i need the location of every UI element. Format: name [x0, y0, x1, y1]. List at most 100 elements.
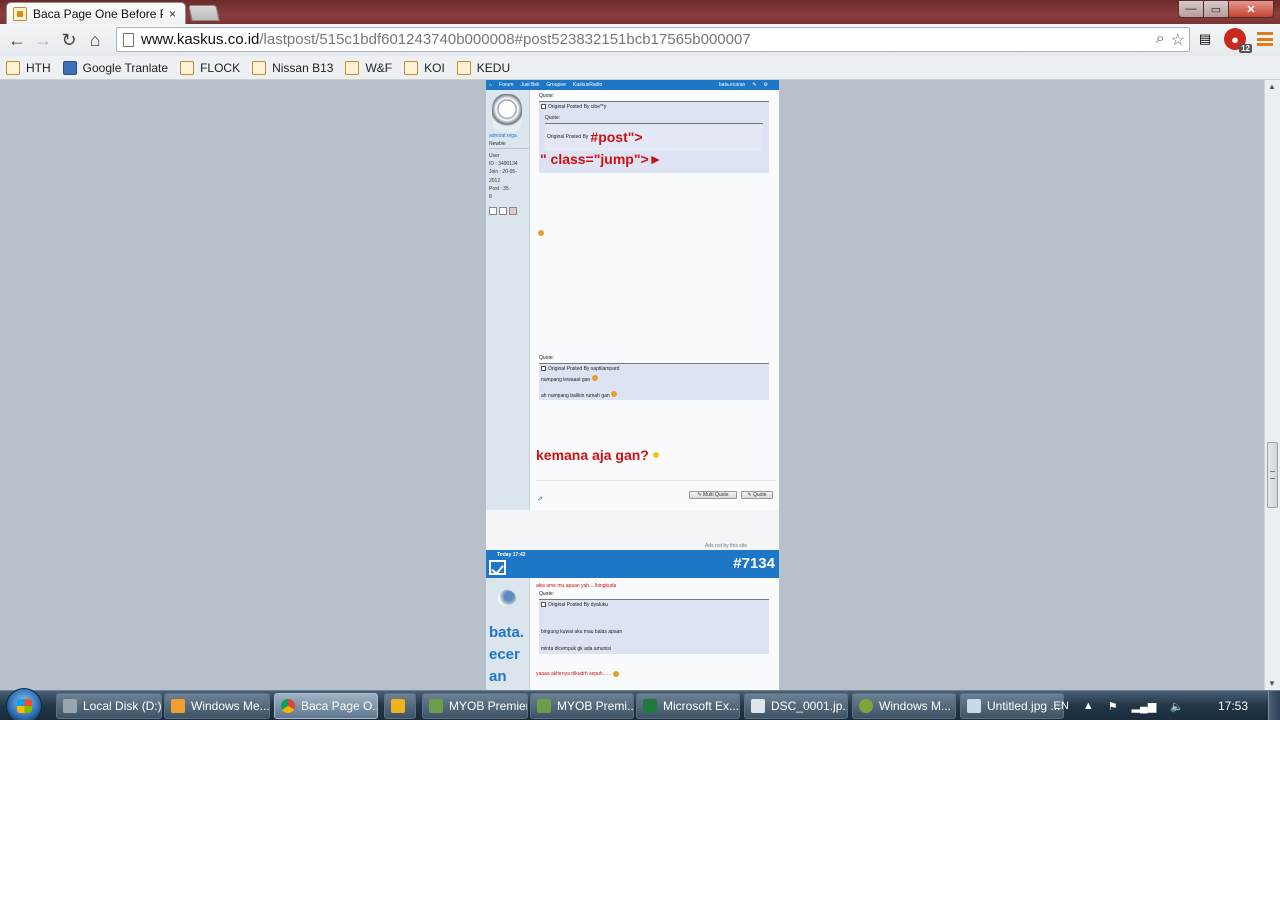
windows-taskbar: Local Disk (D:) Windows Me... Baca Page … — [0, 688, 1280, 720]
task-label: Local Disk (D:) — [83, 699, 162, 713]
magnifier-icon[interactable]: ⌕ — [1156, 30, 1165, 50]
bookmark-icon — [404, 60, 419, 75]
bookmark-koi[interactable]: KOI — [404, 60, 445, 75]
minimize-button[interactable]: — — [1178, 0, 1204, 18]
screen: Baca Page One Before Post × — ▭ ✕ ← → ↻ … — [0, 0, 1280, 720]
task-chrome[interactable]: Baca Page O... — [274, 693, 378, 719]
emoticon-icon — [538, 230, 544, 236]
avatar[interactable] — [498, 590, 516, 606]
system-tray: EN ▲ ⚑ ▂▄▆ 🔈 17:53 — [1040, 691, 1280, 720]
bookmark-nissan-b13[interactable]: Nissan B13 — [252, 60, 333, 75]
nav-jual-beli[interactable]: Jual Beli — [520, 82, 539, 88]
back-arrow-icon[interactable]: ← — [4, 27, 30, 53]
quote-box: Original Posted By dyaluku bingung kuwai… — [539, 599, 769, 654]
volume-icon[interactable]: 🔈 — [1170, 700, 1184, 713]
bookmark-icon — [180, 60, 195, 75]
report-icon[interactable] — [509, 207, 517, 215]
task-myob-1[interactable]: MYOB Premier — [422, 693, 528, 719]
multi-quote-button[interactable]: ✎ Multi Quote — [689, 491, 737, 499]
scroll-up-arrow-icon[interactable]: ▲ — [1268, 82, 1276, 91]
bookmark-label: KEDU — [476, 60, 511, 75]
network-signal-icon[interactable]: ▂▄▆ — [1132, 700, 1157, 713]
broken-link-text[interactable]: #post"> — [590, 129, 642, 145]
tab-close-icon[interactable]: × — [169, 7, 176, 21]
avatar[interactable] — [492, 94, 522, 132]
nav-forum[interactable]: Forum — [499, 82, 513, 88]
drive-icon — [63, 699, 77, 713]
maximize-button[interactable]: ▭ — [1203, 0, 1229, 18]
edit-icon[interactable]: ✎ — [752, 82, 756, 88]
quote-label: Quote: — [539, 591, 555, 597]
bookmark-star-icon[interactable]: ☆ — [1171, 30, 1185, 50]
nav-kaskus-radio[interactable]: KaskusRadio — [573, 82, 602, 88]
post-content: akw ame mu apaan yah....!bingkuda Quote:… — [536, 578, 776, 690]
start-button[interactable] — [6, 688, 42, 720]
broken-link-text[interactable]: " class="jump">► — [540, 151, 663, 167]
nav-groupee[interactable]: Groupee — [546, 82, 565, 88]
translate-extension-icon[interactable]: ▤ — [1194, 28, 1216, 50]
close-button[interactable]: ✕ — [1228, 0, 1274, 18]
checkbox-icon[interactable] — [489, 560, 506, 575]
task-myob-2[interactable]: MYOB Premi... — [530, 693, 634, 719]
broken-image-icon — [541, 366, 546, 372]
task-app[interactable] — [384, 693, 416, 719]
task-photo[interactable]: DSC_0001.jp... — [744, 693, 848, 719]
nav-user-area: bata.ecaran ✎ ⚙ — [719, 82, 775, 88]
tab-title: Baca Page One Before Post — [33, 6, 163, 21]
chrome-menu-icon[interactable] — [1254, 28, 1276, 50]
page-viewport: ⌂ Forum Jual Beli Groupee KaskusRadio ba… — [0, 80, 1264, 690]
scrollbar-thumb[interactable] — [1267, 442, 1278, 508]
post: bata. ecer an akw ame mu apaan yah....!b… — [486, 578, 779, 690]
myob-icon — [537, 699, 551, 713]
post-content: Quote: Original Posted By cibe**y Quote:… — [536, 90, 776, 510]
bookmark-kedu[interactable]: KEDU — [456, 60, 511, 75]
task-label: Windows M... — [879, 699, 952, 713]
task-windows-media[interactable]: Windows Me... — [164, 693, 270, 719]
quote-button[interactable]: ✎ Quote — [741, 491, 773, 499]
bookmark-icon — [345, 60, 360, 75]
quote-box: Original Posted By saptilampard numpang … — [539, 363, 769, 400]
nav-username[interactable]: bata.ecaran — [719, 82, 745, 88]
task-excel[interactable]: Microsoft Ex... — [636, 693, 740, 719]
message-icon[interactable] — [499, 207, 507, 215]
task-windows-media-2[interactable]: Windows M... — [852, 693, 956, 719]
paint-icon — [967, 699, 981, 713]
author-username[interactable]: bata. ecer an — [489, 622, 529, 688]
post-number[interactable]: #7134 — [733, 555, 775, 572]
image-file-icon — [751, 699, 765, 713]
share-icon[interactable]: ⇗ — [537, 495, 543, 503]
clock[interactable]: 17:53 — [1198, 699, 1268, 713]
chrome-icon — [281, 699, 295, 713]
language-indicator[interactable]: EN — [1054, 700, 1069, 712]
reload-icon[interactable]: ↻ — [56, 27, 82, 53]
show-desktop-button[interactable] — [1268, 691, 1280, 720]
task-label: MYOB Premier — [449, 699, 528, 713]
gear-icon[interactable]: ⚙ — [764, 82, 768, 88]
scroll-down-arrow-icon[interactable]: ▼ — [1268, 679, 1276, 688]
extension-badge: 12 — [1239, 44, 1252, 53]
address-bar[interactable]: www.kaskus.co.id/lastpost/515c1bdf601243… — [116, 27, 1190, 52]
task-local-disk[interactable]: Local Disk (D:) — [56, 693, 162, 719]
new-tab-button[interactable] — [188, 5, 220, 21]
post-reply-text: kemana aja gan? — [536, 447, 649, 463]
adblock-extension-icon[interactable]: ● 12 — [1224, 28, 1252, 53]
bookmark-flock[interactable]: FLOCK — [180, 60, 240, 75]
quote-author: Original Posted By saptilampard — [548, 366, 620, 372]
bookmark-google-translate[interactable]: Google Tranlate — [62, 60, 168, 75]
translate-icon — [62, 60, 77, 75]
bookmark-icon — [456, 60, 471, 75]
url-host: www.kaskus.co.id — [141, 31, 260, 48]
browser-tab[interactable]: Baca Page One Before Post × — [6, 2, 186, 24]
bookmark-hth[interactable]: HTH — [6, 60, 51, 75]
omnibox-actions: ⌕ ☆ — [1150, 30, 1185, 50]
home-icon[interactable]: ⌂ — [82, 27, 108, 53]
title-bar: Baca Page One Before Post × — ▭ ✕ — [0, 0, 1280, 24]
vertical-scrollbar[interactable]: ▲ ▼ — [1264, 80, 1280, 690]
forward-arrow-icon[interactable]: → — [30, 27, 56, 53]
profile-icon[interactable] — [489, 207, 497, 215]
bookmark-wf[interactable]: W&F — [345, 60, 392, 75]
nav-home-icon[interactable]: ⌂ — [489, 82, 492, 88]
show-hidden-icons-icon[interactable]: ▲ — [1083, 700, 1094, 712]
task-label: Windows Me... — [191, 699, 270, 713]
action-center-flag-icon[interactable]: ⚑ — [1108, 700, 1118, 713]
